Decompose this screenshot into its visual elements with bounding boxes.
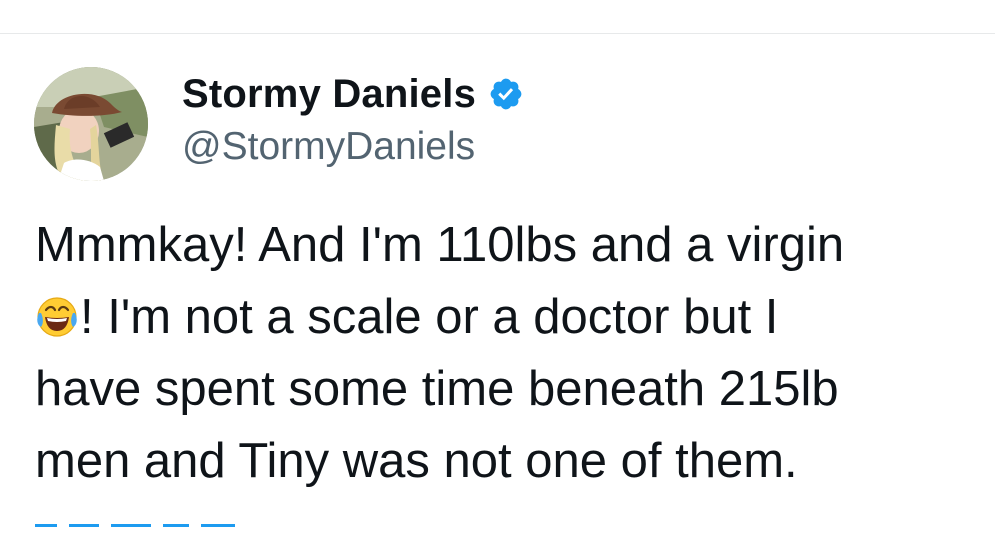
author-name-row[interactable]: Stormy Daniels <box>182 70 524 118</box>
tweet-line-with-emoji: ! I'm not a scale or a doctor but I <box>35 281 985 353</box>
tweet-line: men and Tiny was not one of them. <box>35 434 798 488</box>
cutoff-glyph <box>111 524 151 527</box>
cutoff-glyph <box>201 524 235 527</box>
translate-link-cutoff[interactable] <box>35 524 265 528</box>
cutoff-glyph <box>35 524 57 527</box>
cutoff-glyph <box>69 524 99 527</box>
tweet-line-text: ! I'm not a scale or a doctor but I <box>80 290 779 344</box>
cutoff-glyph <box>163 524 189 527</box>
tweet-text: Mmmkay! And I'm 110lbs and a virgin ! I'… <box>35 209 985 497</box>
tweet-line: Mmmkay! And I'm 110lbs and a virgin <box>35 218 845 272</box>
author-handle[interactable]: @StormyDaniels <box>182 125 475 169</box>
face-with-tears-of-joy-icon <box>37 297 77 337</box>
avatar-photo <box>34 67 148 181</box>
author-display-name[interactable]: Stormy Daniels <box>182 72 476 117</box>
top-divider <box>0 33 995 34</box>
tweet-line: have spent some time beneath 215lb <box>35 362 839 416</box>
verified-badge-icon <box>490 78 522 110</box>
avatar[interactable] <box>34 67 148 181</box>
